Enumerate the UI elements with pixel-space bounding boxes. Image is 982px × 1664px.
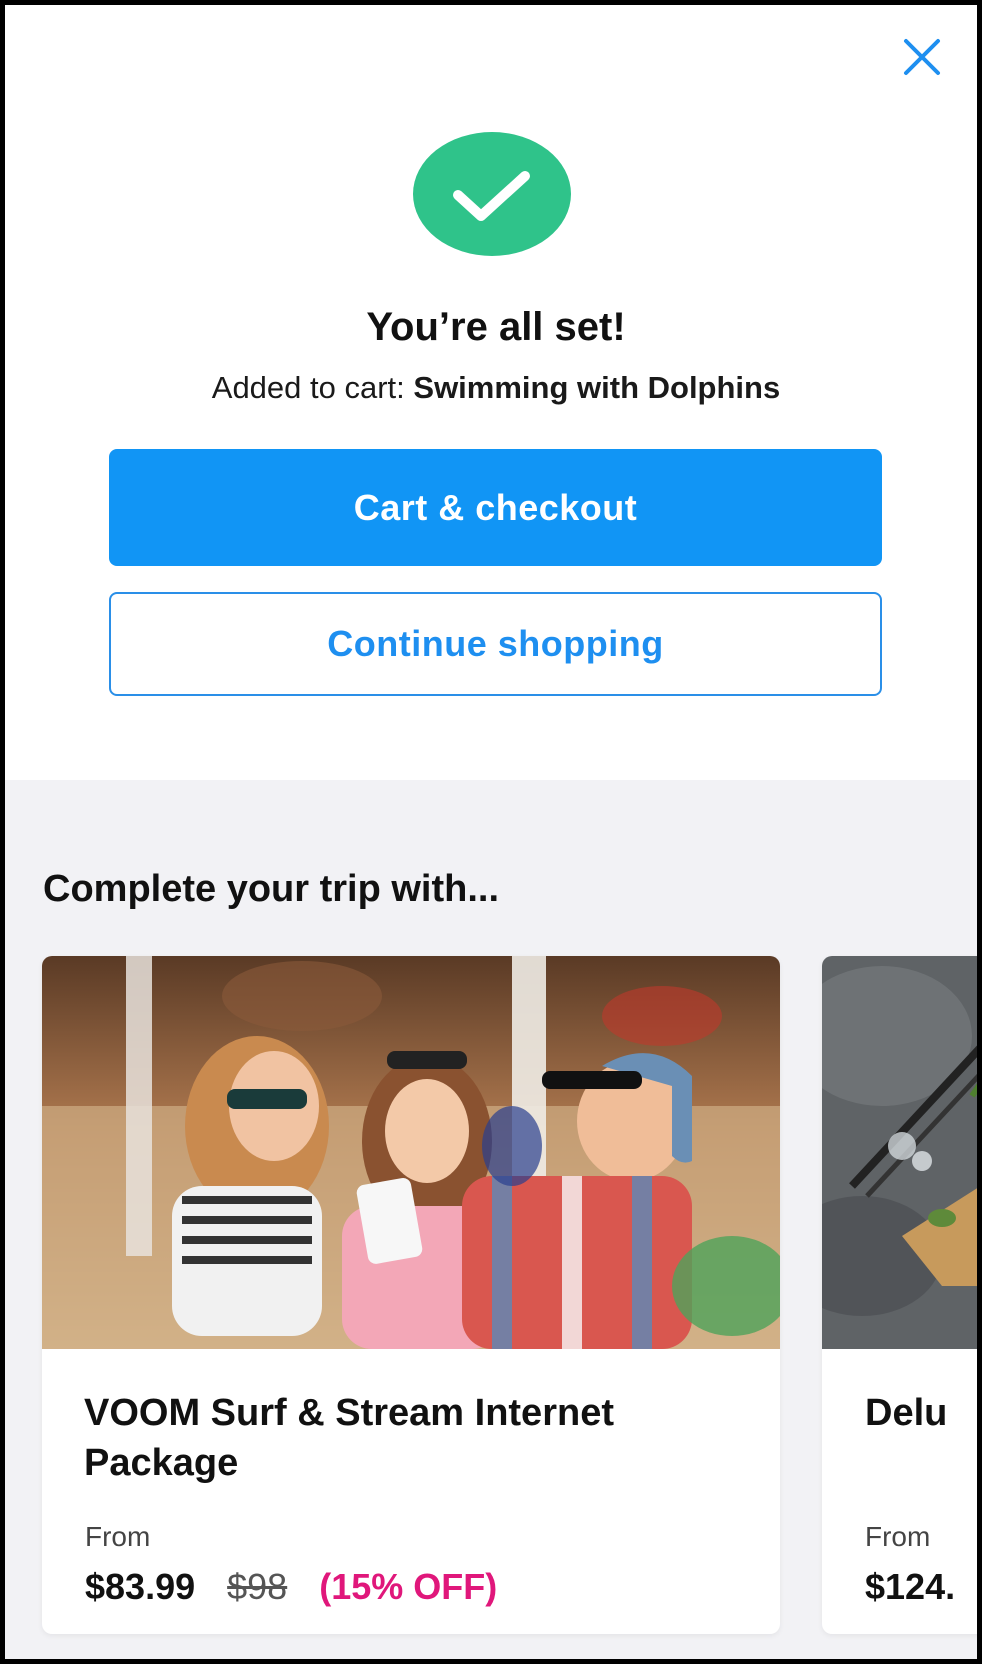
price-row: $124.: [865, 1566, 955, 1608]
cart-checkout-button[interactable]: Cart & checkout: [109, 449, 882, 566]
price-row: $83.99 $98 (15% OFF): [85, 1566, 497, 1608]
recommendation-card[interactable]: Delu From $124.: [822, 956, 977, 1634]
card-title: VOOM Surf & Stream Internet Package: [84, 1392, 614, 1484]
discount-badge: (15% OFF): [319, 1566, 498, 1607]
recommendations-title: Complete your trip with...: [43, 868, 500, 910]
close-icon: [904, 39, 940, 75]
confirmation-title: You’re all set!: [366, 305, 626, 349]
close-button[interactable]: [898, 33, 946, 81]
kids-on-beach-with-phone-photo: [42, 956, 780, 1349]
added-item-name: Swimming with Dolphins: [413, 370, 781, 405]
sale-price: $124.: [865, 1566, 956, 1607]
sale-price: $83.99: [85, 1566, 196, 1607]
add-to-cart-confirmation-screen: You’re all set! Added to cart: Swimming …: [5, 5, 977, 1659]
recommendations-section: Complete your trip with... VOOM Surf & S…: [5, 780, 977, 1659]
recommendation-card[interactable]: VOOM Surf & Stream Internet Package From…: [42, 956, 780, 1634]
drinks-on-stone-counter-photo: [822, 956, 977, 1349]
checkmark-icon: [453, 171, 530, 221]
continue-shopping-button[interactable]: Continue shopping: [109, 592, 882, 696]
card-title: Delu: [865, 1392, 948, 1434]
added-to-cart-message: Added to cart: Swimming with Dolphins: [5, 370, 977, 406]
original-price: $98: [227, 1566, 288, 1607]
from-label: From: [865, 1521, 931, 1552]
success-badge: [413, 132, 571, 256]
added-prefix: Added to cart:: [211, 370, 414, 405]
from-label: From: [85, 1521, 151, 1552]
